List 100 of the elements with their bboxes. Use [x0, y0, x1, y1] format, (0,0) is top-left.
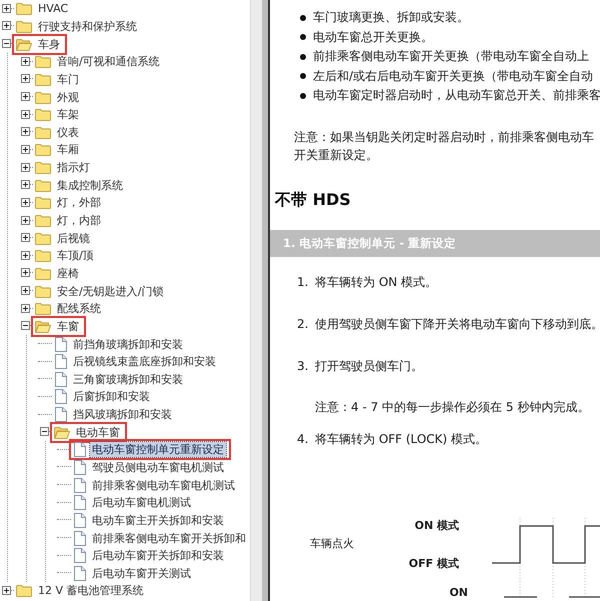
expand-toggle[interactable] [21, 304, 30, 313]
tree-item[interactable]: 车架 [55, 107, 81, 122]
step-number: 4. [297, 430, 310, 448]
tree-item[interactable]: 后窗拆卸和安装 [71, 389, 152, 404]
tree-item[interactable]: 座椅 [55, 266, 81, 281]
step-number: 2. [297, 316, 310, 332]
signal-label: 车辆点火 [310, 536, 354, 550]
document-icon [54, 372, 67, 387]
level-label: ON 模式 [414, 518, 459, 532]
folder-icon [35, 126, 51, 139]
level-label: ON [449, 586, 468, 598]
tree-item[interactable]: 电动车窗主开关拆卸和安装 [90, 512, 226, 528]
expand-toggle[interactable] [21, 110, 30, 119]
tree-item[interactable]: 后视镜 [55, 230, 92, 246]
document-icon [73, 442, 86, 458]
folder-icon [35, 161, 51, 174]
procedure-title-bar: 1. 电动车窗控制单元 - 重新设定 [270, 230, 600, 256]
bullet-icon [300, 73, 306, 80]
collapse-toggle[interactable] [40, 427, 49, 436]
folder-icon [35, 214, 51, 228]
document-icon [73, 530, 86, 546]
tree-item[interactable]: 后电动车窗电机测试 [90, 495, 193, 510]
step-text: 将车辆转为 ON 模式。 [315, 274, 438, 290]
expand-toggle[interactable] [21, 286, 30, 296]
tree-item[interactable]: 配线系统 [55, 301, 103, 316]
expand-toggle[interactable] [2, 4, 11, 13]
folder-icon [35, 249, 51, 262]
expand-toggle[interactable] [21, 144, 30, 154]
tree-item[interactable]: 挡风玻璃拆卸和安装 [71, 407, 174, 422]
document-icon [73, 478, 86, 493]
tree-item[interactable]: 前排乘客侧电动车窗电机测试 [90, 478, 237, 493]
document-icon [73, 495, 86, 510]
expand-toggle[interactable] [21, 250, 30, 260]
collapse-toggle[interactable] [21, 321, 30, 330]
list-item: 前排乘客侧电动车窗开关更换（带电动车窗全自动上 [313, 48, 589, 66]
open-folder-icon [35, 320, 51, 333]
step-number: 1. [297, 274, 310, 290]
tree-item[interactable]: 车窗 [55, 318, 81, 334]
expand-toggle[interactable] [21, 233, 30, 242]
step-note: 注意：4 - 7 中的每一步操作必须在 5 秒钟内完成。 [314, 398, 590, 416]
tree-item[interactable]: 前排乘客侧电动车窗开关拆卸和 [90, 530, 248, 546]
folder-icon [35, 232, 51, 245]
tree-item[interactable]: 电动车窗 [74, 424, 122, 440]
expand-toggle[interactable] [21, 127, 30, 136]
document-icon [73, 460, 86, 475]
document-icon [73, 548, 86, 564]
note-text: 开关重新设定。 [294, 146, 379, 164]
tree-item[interactable]: 驾驶员侧电动车窗电机测试 [90, 460, 226, 475]
tree-item[interactable]: 指示灯 [55, 160, 92, 176]
tree-item[interactable]: 车厢 [55, 142, 81, 158]
step-number: 3. [297, 358, 310, 374]
note-text: 注意：如果当钥匙关闭定时器启动时，前排乘客侧电动车 [294, 128, 595, 146]
expand-toggle[interactable] [21, 92, 30, 102]
tree-item[interactable]: 音响/可视和通信系统 [55, 54, 162, 70]
expand-toggle[interactable] [2, 21, 11, 30]
tree-item[interactable]: 灯，外部 [55, 195, 103, 210]
document-icon [54, 407, 67, 422]
tree-item[interactable]: 外观 [55, 90, 81, 105]
list-item: 车门玻璃更换、拆卸或安装。 [313, 9, 469, 26]
tree-item[interactable]: 车顶/顶 [55, 248, 96, 264]
folder-icon [16, 584, 32, 598]
tree-item[interactable]: 车门 [55, 72, 81, 87]
tree-item[interactable]: 安全/无钥匙进入/门锁 [55, 284, 166, 299]
folder-icon [35, 196, 51, 210]
tree-item[interactable]: HVAC [36, 1, 70, 16]
tree-item[interactable]: 车身 [36, 36, 62, 52]
expand-toggle[interactable] [2, 586, 11, 595]
tree-item[interactable]: 后电动车窗开关拆卸和安装 [90, 548, 226, 564]
section-heading: 不带 HDS [275, 188, 352, 210]
bullet-icon [300, 54, 306, 60]
tree-item[interactable]: 后电动车窗开关测试 [90, 566, 193, 581]
expand-toggle[interactable] [21, 216, 30, 225]
tree-item[interactable]: 12 V 蓄电池管理系统 [36, 583, 146, 598]
bullet-icon [300, 14, 306, 21]
tree-item[interactable]: 行驶支持和保护系统 [36, 18, 139, 34]
folder-icon [35, 108, 51, 122]
folder-icon [35, 266, 51, 280]
folder-icon [35, 55, 51, 68]
folder-icon [35, 143, 51, 156]
folder-icon [35, 72, 51, 86]
expand-toggle[interactable] [21, 74, 30, 84]
expand-toggle[interactable] [21, 162, 30, 172]
tree-item[interactable]: 集成控制系统 [55, 178, 125, 193]
document-icon [54, 354, 67, 370]
folder-icon [16, 2, 32, 16]
tree-item[interactable]: 电动车窗控制单元重新设定 [90, 442, 226, 458]
collapse-toggle[interactable] [2, 39, 11, 48]
list-item: 电动车窗总开关更换。 [313, 28, 433, 46]
expand-toggle[interactable] [21, 198, 30, 207]
tree-item[interactable]: 前挡角玻璃拆卸和安装 [71, 336, 185, 352]
tree-item[interactable]: 仪表 [55, 124, 81, 140]
expand-toggle[interactable] [21, 180, 30, 190]
tree-item[interactable]: 三角窗玻璃拆卸和安装 [71, 372, 185, 387]
tree-item[interactable]: 灯，内部 [55, 213, 103, 228]
step-text: 使用驾驶员侧车窗下降开关将电动车窗向下移动到底。 [315, 316, 600, 332]
expand-toggle[interactable] [21, 268, 30, 278]
expand-toggle[interactable] [21, 56, 30, 66]
document-icon [54, 389, 67, 404]
tree-item[interactable]: 后视镜线束盖底座拆卸和安装 [71, 354, 218, 370]
scrollbar-track[interactable] [250, 0, 262, 601]
